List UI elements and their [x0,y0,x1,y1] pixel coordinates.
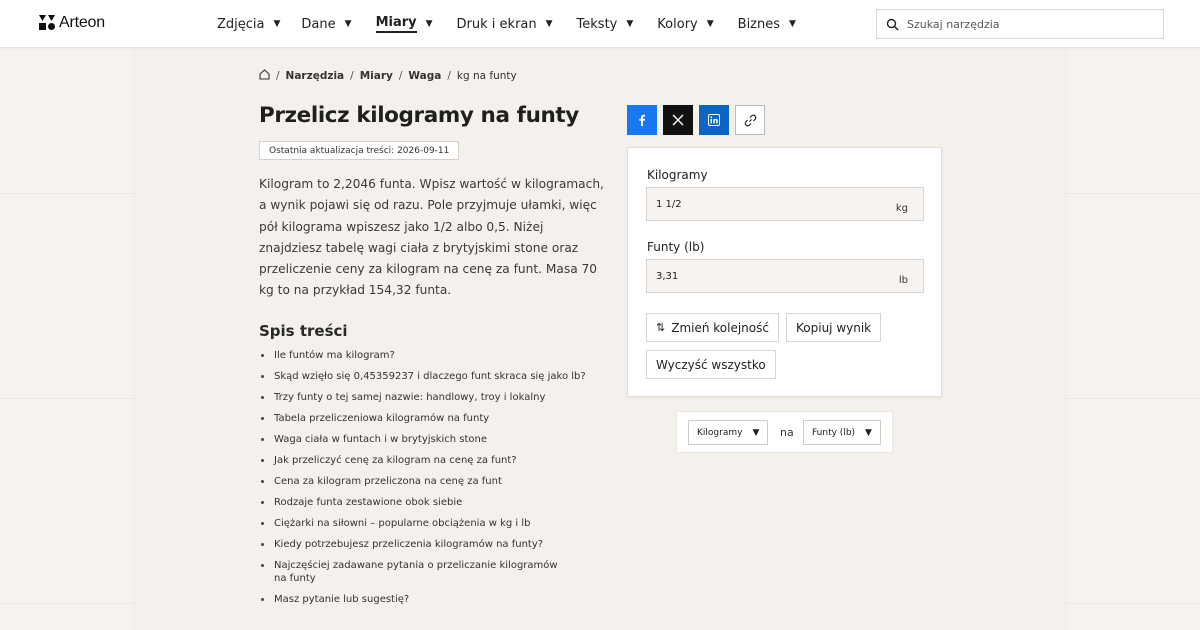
caret-down-icon: ▼ [789,19,796,29]
toc-item[interactable]: Skąd wzięło się 0,45359237 i dlaczego fu… [259,370,599,383]
toc-item[interactable]: Masz pytanie lub sugestię? [259,593,599,606]
swap-arrows-icon: ⇅ [656,321,666,334]
breadcrumb-separator: / [350,70,354,82]
toc-item[interactable]: Trzy funty o tej samej nazwie: handlowy,… [259,391,599,404]
intro-text: Kilogram to 2,2046 funta. Wpisz wartość … [259,177,604,298]
nav-label: Druk i ekran [456,16,537,32]
breadcrumb-link-narzedzia[interactable]: Narzędzia [286,70,345,82]
share-facebook-button[interactable] [627,105,657,135]
breadcrumb-separator: / [447,70,451,82]
swap-order-label: Zmień kolejność [671,320,769,335]
share-buttons [627,105,765,135]
toc-item[interactable]: Ciężarki na siłowni – popularne obciążen… [259,517,599,530]
kilograms-field: kg [646,187,924,221]
pounds-label: Funty (lb) [647,240,705,254]
from-unit-select[interactable]: Kilogramy ▼ [688,420,769,445]
lb-unit: lb [898,274,908,286]
search-box [876,9,1164,39]
breadcrumb: / Narzędzia / Miary / Waga / kg na funty [259,69,517,83]
updated-badge: Ostatnia aktualizacja treści: 2026-09-11 [259,141,460,160]
share-x-button[interactable] [663,105,693,135]
toc-item[interactable]: Najczęściej zadawane pytania o przelicza… [259,559,559,585]
top-header: Arteon Zdjęcia ▼ Dane ▼ Miary ▼ Druk i e… [0,0,1200,48]
nav-item-zdjecia[interactable]: Zdjęcia ▼ [217,0,280,48]
breadcrumb-separator: / [276,70,280,82]
nav-label: Biznes [737,16,781,32]
nav-label: Teksty [576,16,618,32]
connector-text: na [780,426,794,439]
kg-unit: kg [895,202,908,214]
nav-label: Miary [375,15,417,33]
caret-down-icon: ▼ [706,19,714,29]
copy-link-button[interactable] [735,105,765,135]
nav-label: Zdjęcia [217,16,265,32]
from-unit-value: Kilogramy [697,427,743,438]
toc-title: Spis treści [259,322,348,340]
to-unit-select[interactable]: Funty (lb) ▼ [803,420,881,445]
search-icon [877,18,907,31]
home-icon[interactable] [259,69,270,83]
caret-down-icon: ▼ [626,19,634,29]
caret-down-icon: ▼ [344,19,352,29]
toc-item[interactable]: Rodzaje funta zestawione obok siebie [259,496,599,509]
toc-list: Ile funtów ma kilogram? Skąd wzięło się … [259,349,599,614]
toc-item[interactable]: Ile funtów ma kilogram? [259,349,599,362]
breadcrumb-current: kg na funty [456,70,517,82]
main-nav: Zdjęcia ▼ Dane ▼ Miary ▼ Druk i ekran ▼ … [217,0,796,48]
copy-result-button[interactable]: Kopiuj wynik [786,313,882,342]
to-unit-value: Funty (lb) [812,427,856,438]
logo-text: Arteon [59,14,105,31]
logo-mark-icon [39,15,55,31]
share-linkedin-button[interactable] [699,105,729,135]
toc-item[interactable]: Jak przeliczyć cenę za kilogram na cenę … [259,454,599,467]
nav-label: Dane [301,16,336,32]
nav-item-miary[interactable]: Miary ▼ [375,0,433,48]
unit-selectors: Kilogramy ▼ na Funty (lb) ▼ [676,411,893,453]
caret-down-icon: ▼ [865,427,872,438]
toc-item[interactable]: Cena za kilogram przeliczona na cenę za … [259,475,599,488]
pounds-input[interactable] [656,270,856,282]
pounds-field: lb [646,259,924,293]
breadcrumb-separator: / [398,70,403,82]
nav-item-kolory[interactable]: Kolory ▼ [657,0,713,48]
caret-down-icon: ▼ [545,19,553,29]
caret-down-icon: ▼ [273,19,281,29]
kilograms-input[interactable] [656,198,856,210]
breadcrumb-link-waga[interactable]: Waga [408,70,441,82]
kilograms-label: Kilogramy [647,168,708,182]
nav-item-dane[interactable]: Dane ▼ [301,0,351,48]
breadcrumb-link-miary[interactable]: Miary [360,70,393,82]
nav-item-biznes[interactable]: Biznes ▼ [738,0,796,48]
clear-all-button[interactable]: Wyczyść wszystko [646,350,776,379]
caret-down-icon: ▼ [425,19,433,29]
converter-card: Kilogramy kg Funty (lb) lb ⇅ Zmień kolej… [627,147,942,397]
toc-item[interactable]: Waga ciała w funtach i w brytyjskich sto… [259,433,599,446]
toc-item[interactable]: Kiedy potrzebujesz przeliczenia kilogram… [259,538,599,551]
facebook-icon [639,114,646,126]
toc-item[interactable]: Tabela przeliczeniowa kilogramów na funt… [259,412,599,425]
caret-down-icon: ▼ [752,427,760,438]
page-title: Przelicz kilogramy na funty [259,103,579,128]
x-icon [672,114,684,126]
logo[interactable]: Arteon [39,14,105,32]
link-icon [744,114,756,126]
swap-order-button[interactable]: ⇅ Zmień kolejność [646,313,779,342]
linkedin-icon [708,114,720,126]
nav-label: Kolory [657,16,698,32]
nav-item-druk-i-ekran[interactable]: Druk i ekran ▼ [457,0,553,48]
nav-item-teksty[interactable]: Teksty ▼ [577,0,634,48]
search-input[interactable] [907,17,1147,31]
